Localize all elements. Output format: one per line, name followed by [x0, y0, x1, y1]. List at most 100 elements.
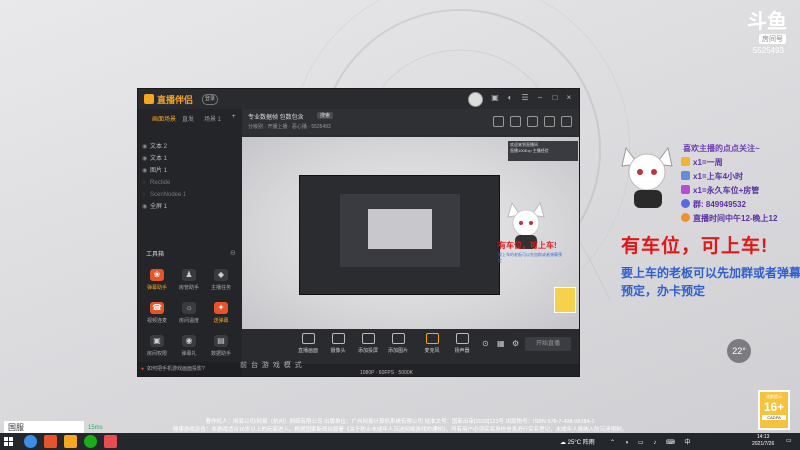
settings-icon[interactable]: ☰ — [520, 93, 530, 103]
app-icon[interactable] — [44, 435, 57, 448]
mini-car-text: 有车位，可上车! — [498, 241, 557, 250]
record-icon[interactable] — [493, 116, 504, 127]
tool-room-permission[interactable]: ▣ 房间权限 — [142, 335, 172, 365]
douyu-room-label: 房间号 — [759, 34, 786, 44]
qq-icon — [681, 199, 690, 208]
stream-header: 专业数据帧 包数包含 搜索 分级别 · 开播上播 · 恶心播 · 5525493 — [242, 109, 579, 135]
temperature-badge: 22° — [727, 339, 751, 363]
share-icon[interactable] — [561, 116, 572, 127]
tool-icon: ◉ — [182, 335, 196, 347]
microphone-button[interactable]: 麦克风 — [418, 333, 446, 354]
tab-scene-1[interactable]: 场景 1 — [204, 114, 221, 123]
source-item[interactable]: ◉ 文本 2 — [142, 141, 240, 153]
info-line-2: x1=上车4小时 — [681, 171, 743, 182]
stream-preview[interactable]: 欢迎来到直播间 直播100Exp 主播经验 有车位，可上车! 要上车的老板可以先… — [242, 137, 579, 329]
cast-icon — [361, 333, 375, 344]
start-live-button[interactable]: 开始直播 — [525, 337, 571, 351]
microphone-icon — [425, 333, 439, 344]
eye-icon[interactable]: ◉ — [142, 201, 150, 213]
user-avatar[interactable] — [468, 92, 483, 107]
source-item[interactable]: ◌ Rectide — [142, 177, 240, 189]
maximize-icon[interactable]: □ — [550, 93, 560, 103]
mini-age-badge — [554, 287, 576, 313]
add-scene-icon[interactable]: + — [232, 114, 236, 120]
windows-start-icon[interactable] — [4, 437, 13, 446]
add-screen-button[interactable]: 添加投屏 — [354, 333, 382, 354]
eye-icon[interactable]: ◌ — [142, 177, 150, 189]
app-logo-icon — [144, 94, 154, 104]
weather-text: ☁ 25°C 阵雨 — [560, 440, 595, 446]
tool-streamer-task[interactable]: ◆ 主播任务 — [206, 269, 236, 299]
tool-video-link[interactable]: ☎ 视频连麦 — [142, 302, 172, 332]
tool-icon: ◆ — [214, 269, 228, 281]
info-line-3: x1=永久车位+房管 — [681, 185, 759, 196]
nested-app-preview-3 — [368, 209, 432, 249]
gift-icon[interactable] — [527, 116, 538, 127]
tab-direct[interactable]: 直发 — [182, 114, 194, 123]
info-line-1: x1=一周 — [681, 157, 723, 168]
eye-icon[interactable]: ◉ — [142, 153, 150, 165]
link-icon[interactable]: ⊙ — [482, 339, 489, 348]
layout-icon[interactable]: ▦ — [497, 339, 505, 348]
clock-icon — [681, 213, 690, 222]
source-item[interactable]: ◉ 图片 1 — [142, 165, 240, 177]
follow-prompt: 喜欢主播的点点关注~ — [683, 144, 760, 153]
live-screen-button[interactable]: 直播画面 — [294, 333, 322, 354]
source-item[interactable]: ◉ 文本 1 — [142, 153, 240, 165]
stream-info: 分级别 · 开播上播 · 恶心播 · 5525493 — [248, 124, 331, 130]
lock-icon[interactable] — [510, 116, 521, 127]
age-rating-badge: 适龄提示 16+ CADPA — [758, 390, 790, 430]
tray-icons[interactable]: ⌃ ◑ ▭ ♪ ⌨ 中 — [610, 437, 694, 446]
windows-taskbar: ☁ 25°C 阵雨 ⌃ ◑ ▭ ♪ ⌨ 中 14:13 2021/7/26 ▭ — [0, 433, 800, 450]
toolbox-more-icon[interactable]: ⊖ — [230, 249, 236, 257]
folder-icon[interactable] — [64, 435, 77, 448]
source-item[interactable]: ◉ 全屏 1 — [142, 201, 240, 213]
streaming-app-window: 直播伴侣 登录 ▣ ◐ ☰ − □ × 画面场景 直发 场景 1 + ◉ 文本 2… — [137, 88, 580, 377]
tool-room-manager[interactable]: ♟ 房管助手 — [174, 269, 204, 299]
system-clock[interactable]: 14:13 2021/7/26 — [752, 434, 774, 448]
close-icon[interactable]: × — [564, 93, 574, 103]
info-line-5: 直播时间中午12-晚上12 — [681, 213, 777, 224]
cat-girl-avatar — [621, 146, 673, 208]
browser-icon[interactable] — [24, 435, 37, 448]
tool-send-danmu[interactable]: ✦ 送弹幕 — [206, 302, 236, 332]
tool-room-temp[interactable]: ☼ 房间温度 — [174, 302, 204, 332]
bell-icon[interactable] — [544, 116, 555, 127]
game-mode-label: 前 台 游 戏 模 式 — [240, 362, 303, 369]
menu-icon[interactable]: ▣ — [490, 93, 500, 103]
tool-data-assistant[interactable]: ▤ 数据助手 — [206, 335, 236, 365]
tab-scene[interactable]: 画面场景 — [152, 114, 176, 123]
tool-icon: ♟ — [182, 269, 196, 281]
minimize-icon[interactable]: − — [535, 93, 545, 103]
skin-icon[interactable]: ◐ — [505, 93, 515, 103]
gear-icon[interactable]: ⚙ — [512, 339, 519, 348]
wechat-icon[interactable] — [84, 435, 97, 448]
eye-icon[interactable]: ◌ — [142, 189, 150, 201]
source-item[interactable]: ◌ ScenNodee 1 — [142, 189, 240, 201]
tool-icon: ❀ — [150, 269, 164, 281]
image-icon — [391, 333, 405, 344]
cloud-icon: ☁ — [560, 440, 568, 446]
eye-icon[interactable]: ◉ — [142, 165, 150, 177]
app-sidebar: 画面场景 直发 场景 1 + ◉ 文本 2 ◉ 文本 1 ◉ 图片 1 ◌ Rectid… — [138, 109, 242, 376]
speaker-button[interactable]: 扬声器 — [448, 333, 476, 354]
tool-icon: ☼ — [182, 302, 196, 314]
login-button[interactable]: 登录 — [202, 94, 218, 105]
tool-danmu-gift[interactable]: ◉ 弹幕礼 — [174, 335, 204, 365]
stream-quality-label: 1080P · 60FPS · 5000K — [360, 370, 413, 376]
search-tag-button[interactable]: 搜索 — [317, 112, 334, 119]
join-group-text: 要上车的老板可以先加群或者弹幕预定，办卡预定 — [621, 266, 800, 298]
help-tip[interactable]: ● 如何把手机游戏画面投影? — [138, 362, 242, 376]
tool-danmu-assistant[interactable]: ❀ 弹幕助手 — [142, 269, 172, 299]
nested-app-preview — [299, 175, 500, 295]
eye-icon[interactable]: ◉ — [142, 141, 150, 153]
speaker-icon — [455, 333, 469, 344]
game-icon[interactable] — [104, 435, 117, 448]
camera-button[interactable]: 摄像头 — [324, 333, 352, 354]
toolbox-title: 工具箱 — [146, 252, 165, 258]
add-image-button[interactable]: 添加图片 — [384, 333, 412, 354]
tool-icon: ✦ — [214, 302, 228, 314]
notification-icon[interactable]: ▭ — [786, 437, 792, 444]
app-brand: 直播伴侣 — [157, 95, 194, 105]
stream-title: 专业数据帧 包数包含 — [248, 115, 304, 121]
